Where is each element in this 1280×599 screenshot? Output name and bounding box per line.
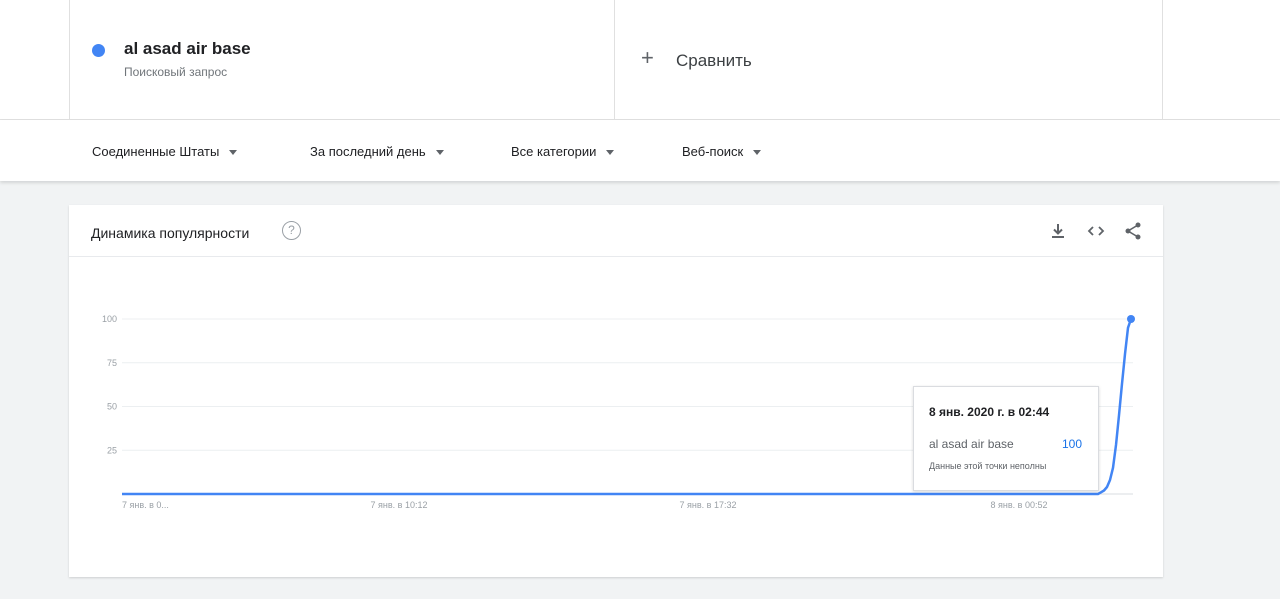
tooltip-date: 8 янв. 2020 г. в 02:44 [929, 405, 1050, 419]
tooltip-note: Данные этой точки неполны [929, 461, 1047, 471]
x-tick-label: 7 янв. в 17:32 [680, 500, 737, 510]
filter-region-dropdown[interactable]: Соединенные Штаты [92, 144, 238, 159]
card-header: Динамика популярности ? [69, 205, 1163, 257]
y-tick-label: 25 [107, 445, 117, 455]
filter-bar: Соединенные Штаты За последний день Все … [0, 120, 1280, 181]
compare-button[interactable]: + Сравнить [615, 0, 1163, 120]
download-icon[interactable] [1047, 220, 1069, 242]
filter-label: Соединенные Штаты [92, 144, 220, 159]
search-term-card[interactable]: al asad air base Поисковый запрос [69, 0, 615, 120]
y-tick-label: 100 [102, 314, 117, 324]
term-color-dot [92, 44, 105, 57]
data-point-tooltip: 8 янв. 2020 г. в 02:44 al asad air base … [913, 386, 1099, 491]
filter-label: Веб-поиск [682, 144, 744, 159]
plus-icon: + [641, 45, 654, 70]
x-tick-label: 8 янв. в 00:52 [991, 500, 1048, 510]
data-point-marker [1127, 315, 1135, 323]
y-tick-label: 75 [107, 358, 117, 368]
embed-icon[interactable] [1085, 220, 1107, 242]
filter-label: За последний день [310, 144, 426, 159]
term-type-label: Поисковый запрос [124, 65, 228, 79]
share-icon[interactable] [1122, 220, 1144, 242]
filter-category-dropdown[interactable]: Все категории [511, 144, 615, 159]
filter-search-type-dropdown[interactable]: Веб-поиск [682, 144, 762, 159]
filter-label: Все категории [511, 144, 597, 159]
caret-down-icon [229, 150, 238, 156]
x-tick-label: 7 янв. в 0... [122, 500, 169, 510]
y-tick-label: 50 [107, 402, 117, 412]
x-tick-label: 7 янв. в 10:12 [371, 500, 428, 510]
term-name[interactable]: al asad air base [124, 39, 251, 59]
search-terms-bar: al asad air base Поисковый запрос + Срав… [0, 0, 1280, 120]
caret-down-icon [753, 150, 762, 156]
caret-down-icon [606, 150, 615, 156]
card-title: Динамика популярности [91, 225, 250, 241]
filter-time-dropdown[interactable]: За последний день [310, 144, 444, 159]
interest-over-time-card: Динамика популярности ? 25 50 75 100 7 янв. … [69, 205, 1163, 577]
compare-label: Сравнить [676, 51, 752, 70]
caret-down-icon [435, 150, 444, 156]
tooltip-term: al asad air base [929, 437, 1014, 451]
tooltip-value: 100 [1061, 437, 1082, 451]
help-icon[interactable]: ? [282, 221, 301, 240]
